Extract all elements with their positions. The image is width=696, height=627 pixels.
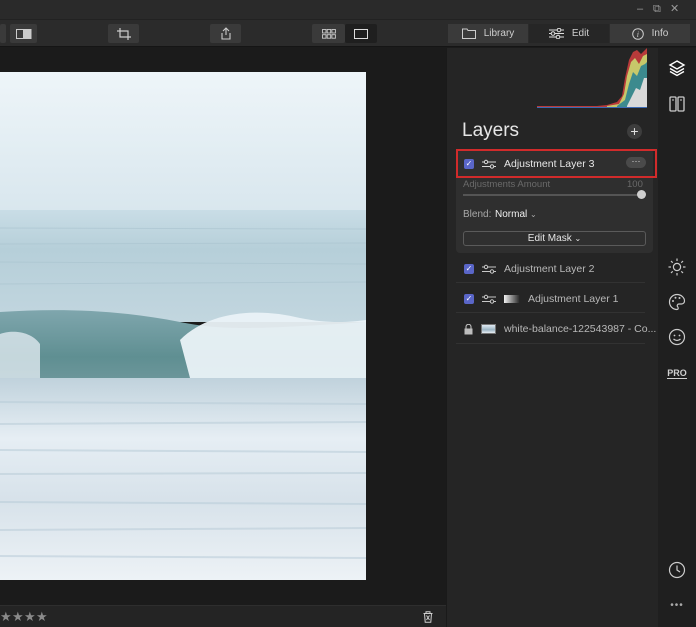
layer-name: Adjustment Layer 2: [504, 263, 595, 275]
creative-palette-icon[interactable]: [666, 291, 688, 313]
toolbar-button-left[interactable]: [0, 24, 6, 43]
crop-button[interactable]: [108, 24, 139, 43]
layer-more-button[interactable]: ···: [626, 157, 646, 168]
chevron-down-icon: ⌄: [574, 234, 582, 243]
adjustment-layer-icon: [482, 294, 496, 304]
panel-title: Layers: [462, 120, 520, 141]
checkbox-checked-icon[interactable]: ✓: [464, 264, 474, 274]
checkbox-checked-icon[interactable]: ✓: [464, 294, 474, 304]
portrait-face-icon[interactable]: [666, 326, 688, 348]
professional-icon[interactable]: PRO: [666, 362, 688, 384]
edit-mask-label: Edit Mask: [527, 233, 572, 244]
single-view-button[interactable]: [345, 24, 377, 43]
divider: [456, 343, 645, 344]
info-icon: i: [631, 27, 644, 40]
grid-icon: [321, 28, 336, 39]
divider: [456, 282, 645, 283]
image-thumbnail: [481, 324, 496, 334]
sliders-icon: [548, 28, 564, 39]
star-icon[interactable]: ★: [0, 609, 12, 625]
essentials-sun-icon[interactable]: [666, 256, 688, 278]
lock-icon: [464, 323, 473, 334]
tab-library[interactable]: Library: [448, 24, 528, 43]
single-image-icon: [354, 28, 368, 39]
histogram: [537, 48, 647, 108]
edit-mask-button[interactable]: Edit Mask ⌄: [463, 231, 646, 246]
star-icon[interactable]: ★: [24, 609, 36, 625]
tab-library-label: Library: [483, 28, 515, 39]
layer-name: Adjustment Layer 3: [504, 157, 595, 170]
layer-name: Adjustment Layer 1: [528, 293, 619, 305]
adjustments-amount-value: 100: [627, 179, 643, 190]
blend-mode-dropdown[interactable]: Normal ⌄: [495, 209, 537, 220]
blend-mode-value: Normal: [495, 209, 528, 220]
restore-button[interactable]: ⧉: [653, 2, 661, 16]
tab-edit-label: Edit: [571, 28, 590, 39]
adjustments-amount-slider[interactable]: [463, 194, 643, 196]
more-label: •••: [670, 599, 684, 611]
bottom-bar: ★ ★ ★ ★: [0, 605, 446, 627]
star-icon[interactable]: ★: [12, 609, 24, 625]
close-button[interactable]: ✕: [670, 2, 679, 16]
layers-panel: Layers + ✓ Adjustment Layer 3 ··· Adjust…: [446, 48, 658, 627]
compare-icon: [15, 28, 31, 39]
history-clock-icon[interactable]: [666, 559, 688, 581]
tab-edit[interactable]: Edit: [529, 24, 609, 43]
chevron-down-icon: ⌄: [530, 210, 537, 219]
layer-item-adjustment-3[interactable]: ✓ Adjustment Layer 3 ···: [456, 149, 657, 178]
layer-item-base-image[interactable]: white-balance-122543987 - Co...: [456, 317, 656, 341]
layer-name: white-balance-122543987 - Co...: [504, 323, 657, 335]
divider: [456, 312, 645, 313]
tool-sidebar: PRO •••: [658, 48, 696, 627]
add-layer-button[interactable]: +: [627, 124, 642, 139]
layer-item-adjustment-1[interactable]: ✓ Adjustment Layer 1: [456, 287, 618, 311]
svg-text:i: i: [636, 30, 638, 39]
checkbox-checked-icon[interactable]: ✓: [464, 158, 474, 169]
minimize-button[interactable]: –: [637, 2, 643, 16]
image-canvas[interactable]: [0, 48, 446, 605]
photo: [0, 72, 366, 580]
trash-icon[interactable]: [423, 611, 433, 623]
layers-icon[interactable]: [666, 57, 688, 79]
layer-item-adjustment-2[interactable]: ✓ Adjustment Layer 2: [456, 257, 594, 281]
title-bar: – ⧉ ✕: [0, 0, 696, 19]
star-icon[interactable]: ★: [36, 609, 48, 625]
presets-icon[interactable]: [666, 93, 688, 115]
tab-info[interactable]: i Info: [610, 24, 690, 43]
gradient-mask-thumbnail: [504, 295, 520, 303]
slider-handle[interactable]: [637, 190, 646, 199]
compare-button[interactable]: [10, 24, 37, 43]
adjustment-layer-icon: [482, 159, 496, 169]
ocean-wave-image: [0, 72, 366, 580]
pro-label: PRO: [667, 367, 687, 379]
tab-info-label: Info: [651, 28, 669, 39]
adjustments-amount-label: Adjustments Amount: [463, 179, 551, 190]
grid-view-button[interactable]: [312, 24, 345, 43]
share-button[interactable]: [210, 24, 241, 43]
blend-label: Blend:: [463, 209, 492, 220]
library-icon: [461, 28, 476, 39]
toolbar: Library Edit i Info: [0, 19, 696, 47]
adjustment-layer-icon: [482, 264, 496, 274]
more-icon[interactable]: •••: [666, 594, 688, 616]
crop-icon: [116, 27, 131, 40]
share-icon: [220, 27, 231, 40]
